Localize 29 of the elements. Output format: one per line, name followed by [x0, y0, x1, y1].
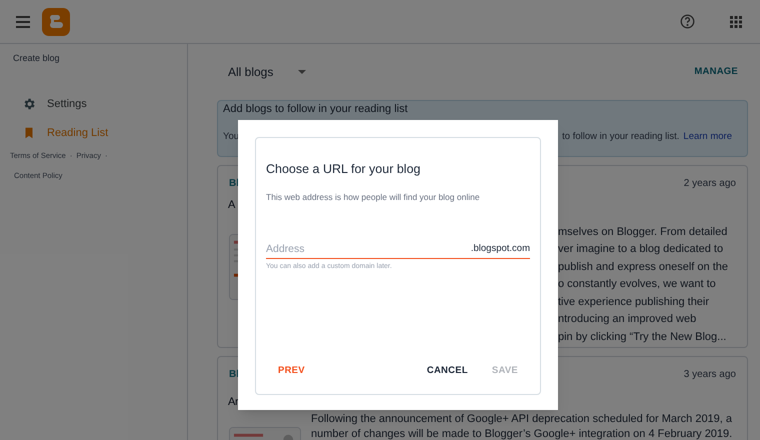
post-time: 3 years ago: [684, 368, 736, 382]
learn-more-link[interactable]: Learn more: [683, 130, 732, 144]
create-blog-link[interactable]: Create blog: [0, 44, 187, 66]
post-text: publish and express oneself on the: [558, 260, 728, 274]
post-text: ver imagine to a blog dedicated to: [558, 242, 724, 257]
prev-button[interactable]: PREV: [266, 360, 317, 382]
post-time: 2 years ago: [684, 177, 736, 191]
post-text: ntroducing an improved web: [558, 312, 698, 327]
nav-item[interactable]: Reading List: [0, 125, 187, 142]
menu-icon[interactable]: [16, 16, 30, 28]
manage-link[interactable]: MANAGE: [694, 64, 748, 80]
dialog-title: Choose a URL for your blog: [266, 161, 422, 178]
post-text: Following the announcement of Google+ API deprecation scheduled for March 2019, a: [311, 412, 732, 426]
dialog-button[interactable]: CANCEL: [414, 360, 480, 382]
apps-icon[interactable]: [730, 16, 742, 28]
banner-title: Add blogs to follow in your reading list: [223, 103, 409, 116]
post-text: o constantly evolves, we want to: [558, 277, 717, 292]
settings-icon: [22, 96, 36, 111]
help-icon[interactable]: [680, 14, 695, 29]
banner-text: to follow in your reading list.: [562, 130, 680, 144]
post-text: tive experience publishing their: [558, 294, 710, 310]
post-text: mselves on Blogger. From detailed: [558, 224, 728, 240]
post-text: pin by clicking “Try the New Blog...: [558, 330, 728, 344]
domain-suffix: .blogspot.com: [470, 242, 530, 256]
post-text: number of changes will be made to Blogger’s Google+ integration on 4 February 2019.: [311, 426, 732, 440]
nav-item[interactable]: Settings: [0, 96, 187, 112]
dialog-subtitle: This web address is how people will find your blog online: [266, 190, 481, 204]
caret-icon[interactable]: [298, 70, 306, 74]
blog-filter[interactable]: All blogs: [228, 63, 274, 81]
